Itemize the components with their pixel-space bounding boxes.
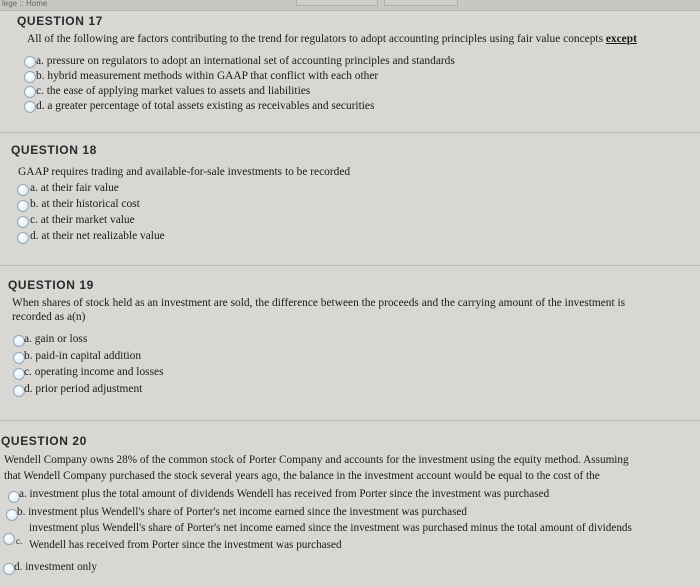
option-a[interactable]: a. pressure on regulators to adopt an in… — [36, 54, 455, 68]
question-prompt: GAAP requires trading and available-for-… — [18, 166, 351, 178]
option-a[interactable]: a. at their fair value — [30, 181, 119, 195]
browser-top-bar: lege :: Home — [0, 0, 700, 11]
radio-button[interactable] — [24, 86, 36, 98]
question-header: QUESTION 20 — [1, 434, 87, 448]
question-prompt-line-2: recorded as a(n) — [12, 311, 86, 323]
option-c-line-1[interactable]: investment plus Wendell's share of Porte… — [29, 521, 632, 535]
radio-button[interactable] — [17, 232, 29, 244]
top-tab[interactable] — [384, 0, 458, 6]
divider — [0, 420, 700, 421]
option-b[interactable]: b. hybrid measurement methods within GAA… — [36, 69, 378, 83]
question-prompt-line-1: Wendell Company owns 28% of the common s… — [4, 454, 629, 466]
option-d[interactable]: d. prior period adjustment — [24, 382, 142, 396]
option-c[interactable]: c. operating income and losses — [24, 365, 164, 379]
breadcrumb[interactable]: lege :: Home — [2, 0, 47, 9]
option-c-letter: c. — [16, 536, 23, 546]
radio-button[interactable] — [24, 71, 36, 83]
option-d[interactable]: d. at their net realizable value — [30, 229, 165, 243]
question-prompt: All of the following are factors contrib… — [27, 33, 604, 45]
option-c[interactable]: c. the ease of applying market values to… — [36, 84, 310, 98]
option-b[interactable]: b. investment plus Wendell's share of Po… — [17, 505, 467, 519]
radio-button[interactable] — [3, 533, 15, 545]
radio-button[interactable] — [24, 101, 36, 113]
top-tab[interactable] — [296, 0, 378, 6]
option-b[interactable]: b. at their historical cost — [30, 197, 140, 211]
option-b[interactable]: b. paid-in capital addition — [24, 349, 141, 363]
radio-button[interactable] — [17, 184, 29, 196]
divider — [0, 265, 700, 266]
question-text: All of the following are factors contrib… — [27, 32, 667, 46]
option-c[interactable]: c. at their market value — [30, 213, 135, 227]
question-header: QUESTION 18 — [11, 143, 97, 157]
radio-button[interactable] — [24, 56, 36, 68]
radio-button[interactable] — [17, 216, 29, 228]
option-d[interactable]: d. investment only — [14, 560, 97, 574]
option-a[interactable]: a. investment plus the total amount of d… — [19, 487, 549, 501]
divider — [0, 132, 700, 133]
question-header: QUESTION 17 — [17, 14, 103, 28]
option-d[interactable]: d. a greater percentage of total assets … — [36, 99, 374, 113]
radio-button[interactable] — [17, 200, 29, 212]
option-a[interactable]: a. gain or loss — [24, 332, 87, 346]
question-prompt-line-2: that Wendell Company purchased the stock… — [4, 470, 600, 482]
question-prompt-line-1: When shares of stock held as an investme… — [12, 297, 626, 309]
question-emphasis: except — [605, 33, 637, 45]
option-c-line-2[interactable]: Wendell has received from Porter since t… — [29, 538, 342, 552]
question-header: QUESTION 19 — [8, 278, 94, 292]
